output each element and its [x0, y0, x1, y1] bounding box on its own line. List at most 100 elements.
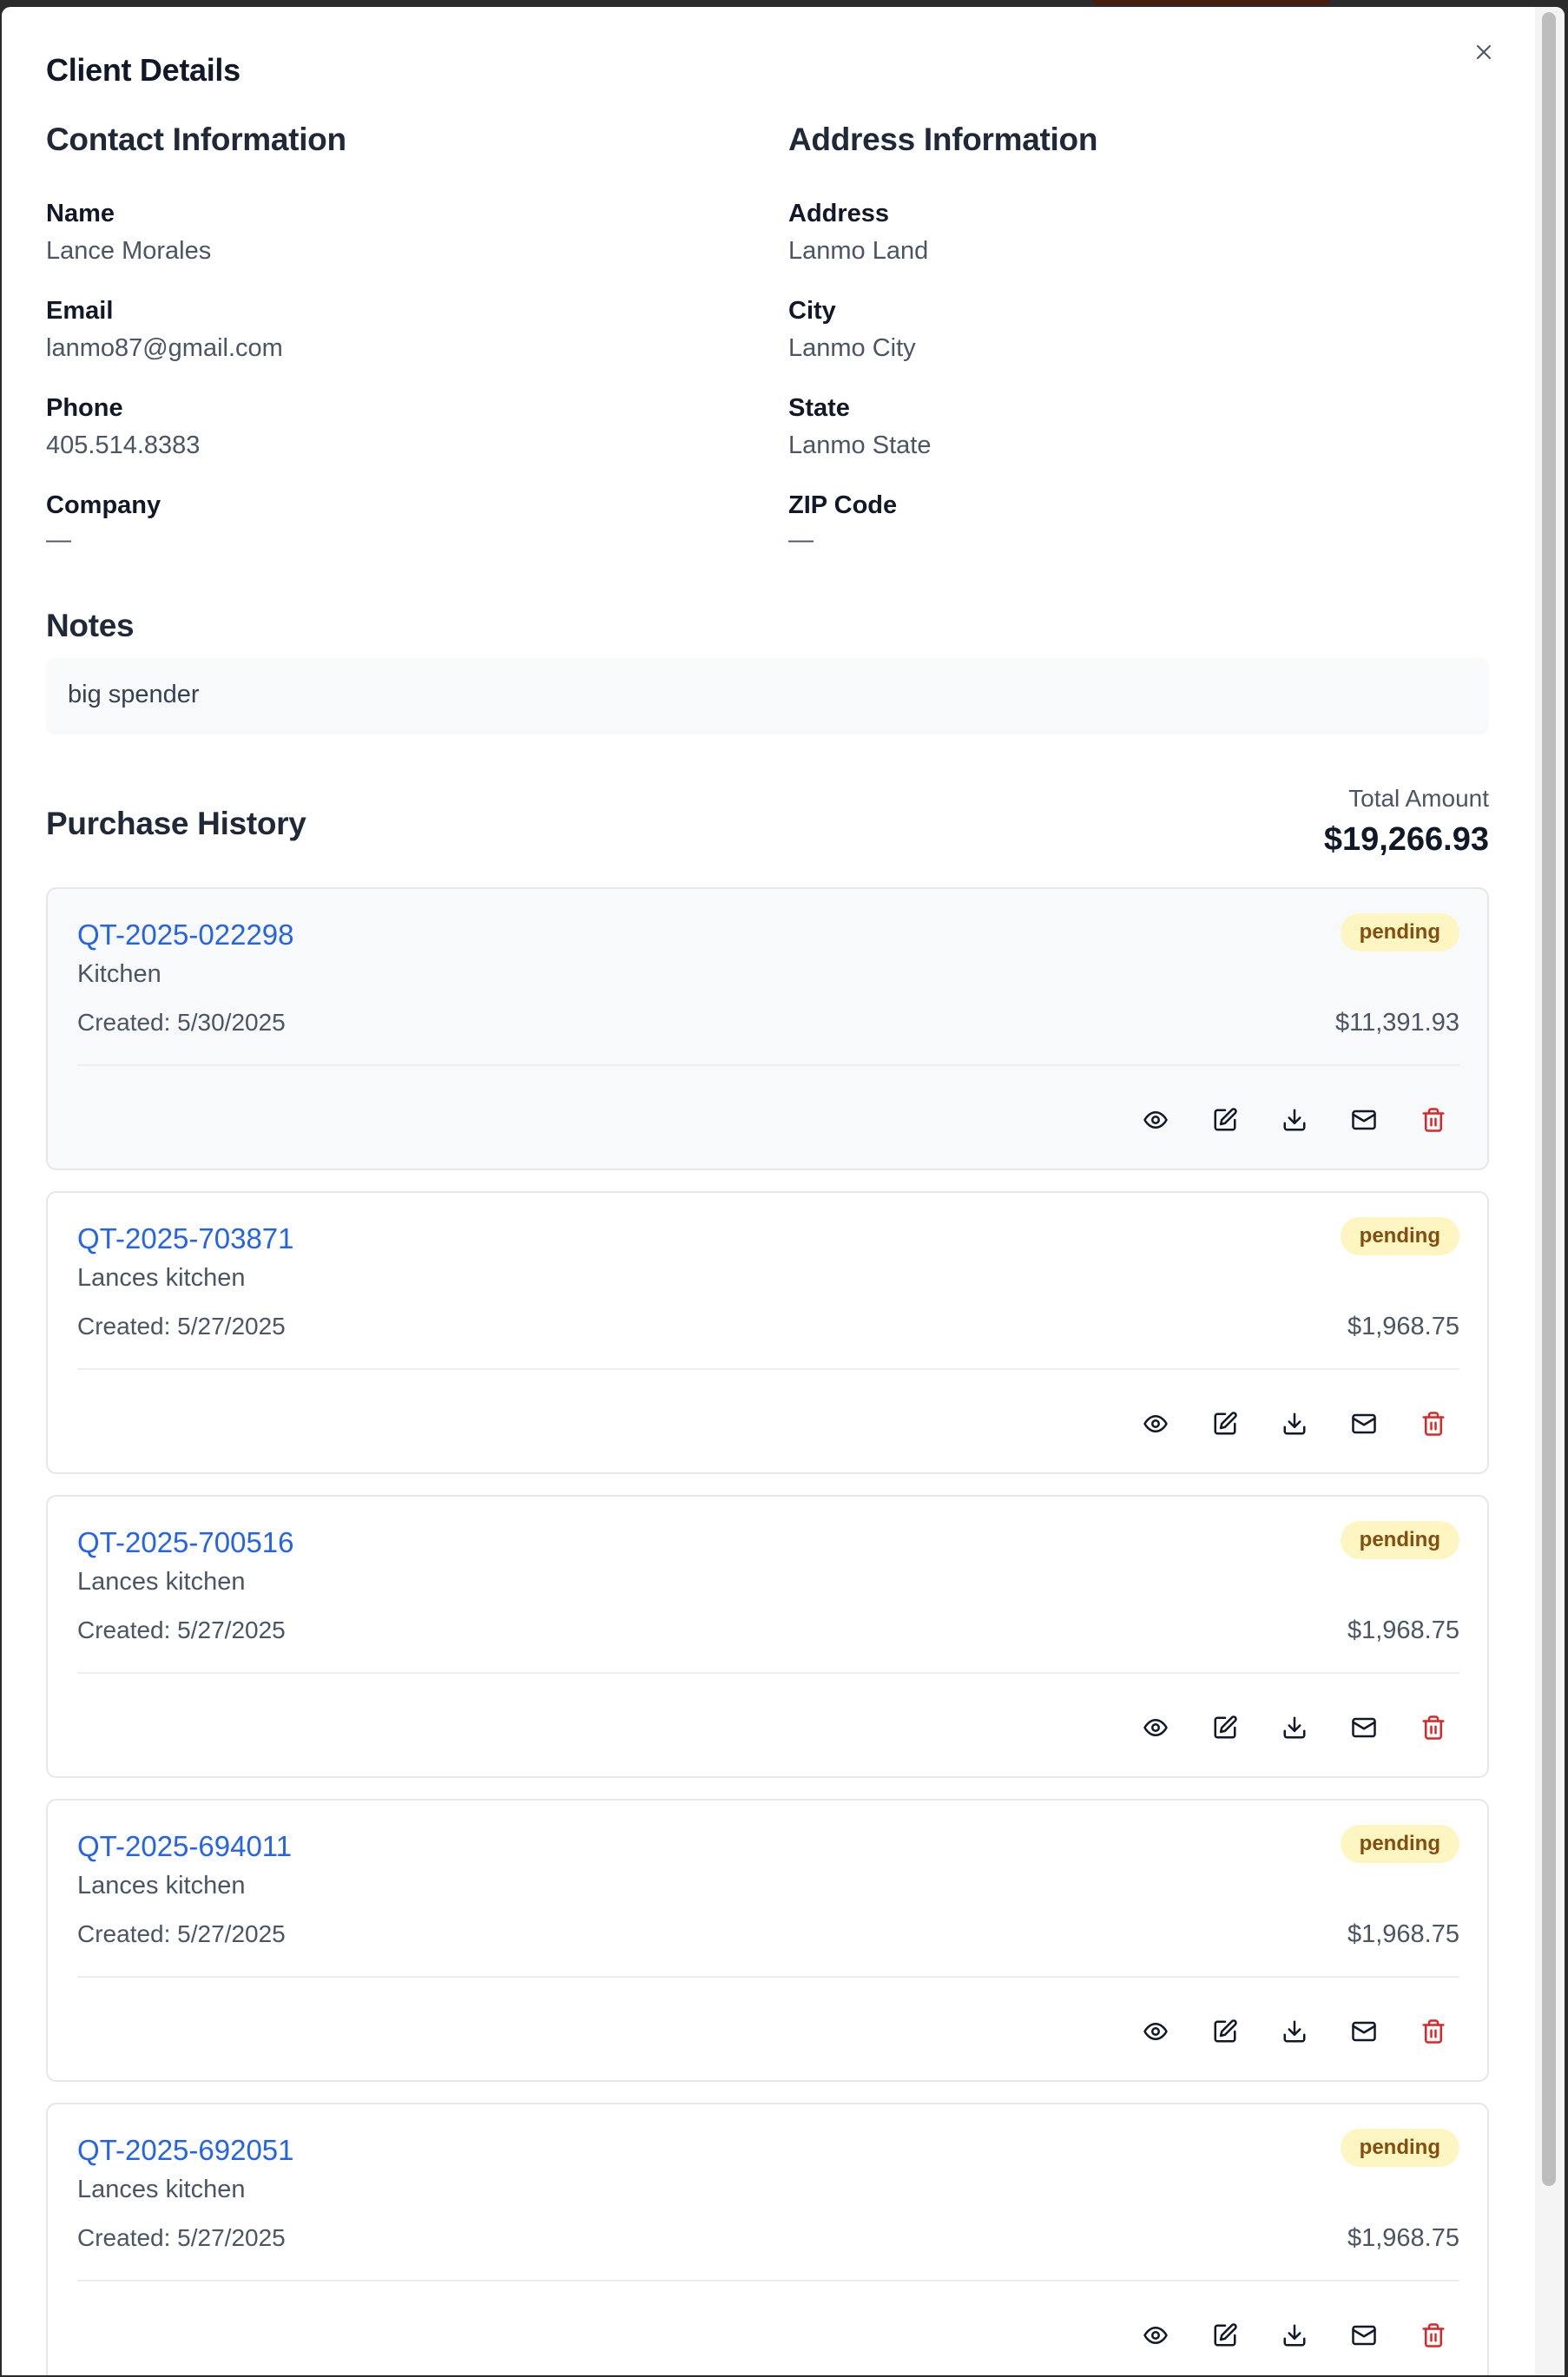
view-quote-button[interactable] [1130, 2011, 1182, 2052]
edit-quote-button[interactable] [1199, 2011, 1251, 2052]
name-label: Name [46, 200, 115, 227]
mail-icon [1352, 1413, 1376, 1434]
quote-actions [1130, 1099, 1459, 1141]
notes-box: big spender [46, 658, 1489, 734]
notes-text: big spender [68, 681, 200, 708]
dialog-title: Client Details [46, 52, 240, 88]
email-value: lanmo87@gmail.com [46, 334, 283, 362]
quote-project-name: Lances kitchen [77, 1568, 246, 1596]
quote-project-name: Lances kitchen [77, 1264, 246, 1292]
quote-created-date: Created: 5/27/2025 [77, 1313, 286, 1340]
trash-icon [1422, 2019, 1445, 2044]
dialog-content: Client Details Contact Information Name … [2, 7, 1535, 2375]
mail-icon [1352, 1717, 1376, 1738]
close-icon [1477, 45, 1491, 59]
zip-code-label: ZIP Code [788, 491, 898, 519]
quote-card: QT-2025-022298 pending Kitchen Created: … [46, 887, 1489, 1170]
edit-icon [1214, 2019, 1237, 2043]
delete-quote-button[interactable] [1407, 1707, 1459, 1748]
download-quote-button[interactable] [1268, 1403, 1321, 1445]
quote-actions [1130, 1707, 1459, 1748]
download-icon [1283, 2324, 1306, 2347]
eye-icon [1143, 2023, 1168, 2040]
download-icon [1283, 2020, 1306, 2043]
download-icon [1283, 1412, 1306, 1435]
quote-number-link[interactable]: QT-2025-700516 [77, 1526, 294, 1559]
eye-icon [1143, 1415, 1168, 1432]
download-quote-button[interactable] [1268, 1707, 1321, 1748]
quote-card: QT-2025-700516 pending Lances kitchen Cr… [46, 1495, 1489, 1778]
quote-number-link[interactable]: QT-2025-694011 [77, 1830, 292, 1863]
download-quote-button[interactable] [1268, 1099, 1321, 1141]
quote-amount: $1,968.75 [1347, 1920, 1459, 1948]
trash-icon [1422, 1715, 1445, 1740]
quote-number-link[interactable]: QT-2025-022298 [77, 919, 294, 951]
city-label: City [788, 297, 836, 325]
delete-quote-button[interactable] [1407, 2011, 1459, 2052]
phone-value: 405.514.8383 [46, 431, 201, 459]
background-element [1092, 0, 1330, 5]
card-divider [77, 1064, 1459, 1066]
download-quote-button[interactable] [1268, 2011, 1321, 2052]
edit-quote-button[interactable] [1199, 1707, 1251, 1748]
quote-created-date: Created: 5/27/2025 [77, 1920, 286, 1947]
view-quote-button[interactable] [1130, 1403, 1182, 1445]
view-quote-button[interactable] [1130, 1099, 1182, 1141]
delete-quote-button[interactable] [1407, 1099, 1459, 1141]
status-badge: pending [1340, 1825, 1459, 1863]
edit-icon [1214, 1412, 1237, 1435]
email-quote-button[interactable] [1338, 2314, 1390, 2356]
quote-amount: $11,391.93 [1335, 1009, 1459, 1037]
quote-card: QT-2025-694011 pending Lances kitchen Cr… [46, 1799, 1489, 2082]
status-badge: pending [1340, 913, 1459, 951]
state-label: State [788, 394, 850, 422]
notes-heading: Notes [46, 608, 135, 643]
company-value: — [46, 526, 71, 554]
scrollbar-thumb[interactable] [1542, 12, 1556, 2186]
eye-icon [1143, 1719, 1168, 1736]
address-label: Address [788, 200, 890, 227]
quote-created-date: Created: 5/27/2025 [77, 1616, 286, 1643]
email-quote-button[interactable] [1338, 2011, 1390, 2052]
quote-number-link[interactable]: QT-2025-703871 [77, 1222, 294, 1255]
quote-card: QT-2025-703871 pending Lances kitchen Cr… [46, 1191, 1489, 1474]
close-button[interactable] [1472, 40, 1496, 64]
email-quote-button[interactable] [1338, 1099, 1390, 1141]
address-information-heading: Address Information [788, 122, 1098, 157]
trash-icon [1422, 2323, 1445, 2347]
quote-project-name: Lances kitchen [77, 1872, 246, 1900]
quote-created-date: Created: 5/27/2025 [77, 2224, 286, 2251]
total-amount-value: $19,266.93 [1323, 821, 1489, 858]
edit-quote-button[interactable] [1199, 1403, 1251, 1445]
delete-quote-button[interactable] [1407, 2314, 1459, 2356]
eye-icon [1143, 1111, 1168, 1129]
edit-quote-button[interactable] [1199, 2314, 1251, 2356]
view-quote-button[interactable] [1130, 2314, 1182, 2356]
view-quote-button[interactable] [1130, 1707, 1182, 1748]
email-label: Email [46, 297, 114, 325]
status-badge: pending [1340, 2129, 1459, 2167]
edit-icon [1214, 2323, 1237, 2347]
download-icon [1283, 1109, 1306, 1131]
contact-information-heading: Contact Information [46, 122, 346, 157]
address-value: Lanmo Land [788, 237, 929, 265]
eye-icon [1143, 2327, 1168, 2344]
status-badge: pending [1340, 1217, 1459, 1255]
quote-number-link[interactable]: QT-2025-692051 [77, 2134, 294, 2167]
edit-icon [1214, 1108, 1237, 1131]
quote-amount: $1,968.75 [1347, 2224, 1459, 2252]
scrollbar-track[interactable] [1535, 7, 1565, 2375]
delete-quote-button[interactable] [1407, 1403, 1459, 1445]
phone-label: Phone [46, 394, 123, 422]
edit-quote-button[interactable] [1199, 1099, 1251, 1141]
email-quote-button[interactable] [1338, 1707, 1390, 1748]
trash-icon [1422, 1412, 1445, 1436]
email-quote-button[interactable] [1338, 1403, 1390, 1445]
quote-amount: $1,968.75 [1347, 1616, 1459, 1644]
download-quote-button[interactable] [1268, 2314, 1321, 2356]
quote-project-name: Kitchen [77, 960, 161, 988]
mail-icon [1352, 2325, 1376, 2346]
card-divider [77, 1672, 1459, 1674]
card-divider [77, 2280, 1459, 2282]
quote-project-name: Lances kitchen [77, 2176, 246, 2203]
